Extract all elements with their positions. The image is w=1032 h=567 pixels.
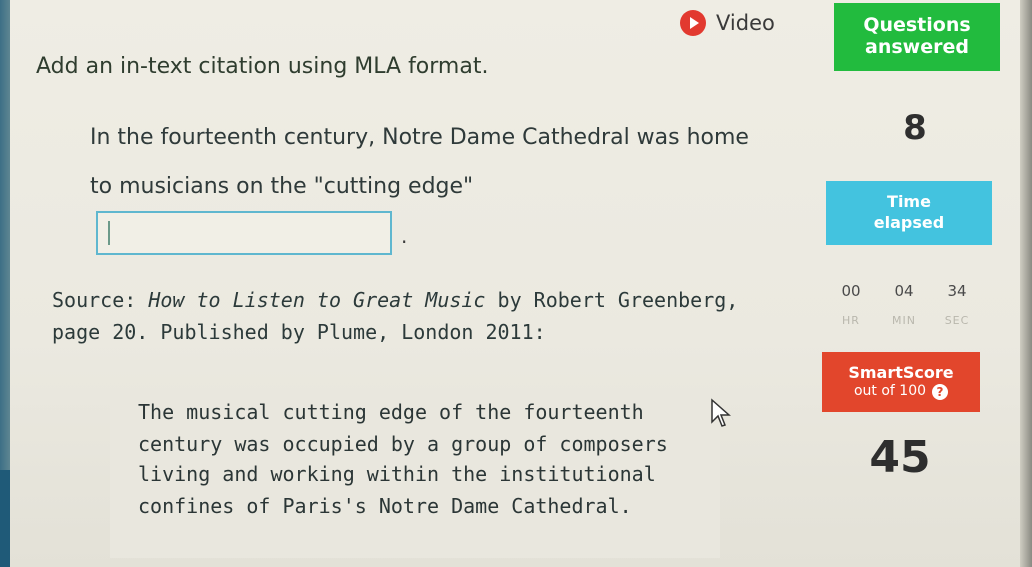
passage-line-1: In the fourteenth century, Notre Dame Ca… (90, 125, 749, 150)
quote-line: living and working within the institutio… (138, 462, 656, 486)
text-caret (108, 221, 110, 245)
passage-line-2: to musicians on the "cutting edge" (90, 174, 474, 199)
help-icon[interactable]: ? (932, 384, 949, 400)
timer-minutes-unit: MIN (892, 314, 916, 327)
play-icon (680, 10, 706, 36)
screen-bezel-right (1020, 0, 1032, 567)
source-line-2: page 20. Published by Plume, London 2011… (52, 320, 546, 344)
source-author: by Robert Greenberg, (485, 288, 739, 312)
quote-line: century was occupied by a group of compo… (138, 432, 668, 456)
time-elapsed-label-2: elapsed (873, 213, 945, 232)
quote-line: The musical cutting edge of the fourteen… (138, 400, 644, 424)
source-line-1: Source: How to Listen to Great Music by … (52, 288, 738, 312)
timer-hours: 00 (841, 282, 861, 300)
citation-input[interactable] (96, 211, 392, 255)
question-prompt: Add an in-text citation using MLA format… (36, 54, 489, 79)
smartscore-badge: SmartScore out of 100 ? (822, 352, 980, 412)
questions-answered-label-2: answered (865, 36, 969, 58)
source-label: Source: (52, 288, 149, 312)
smartscore-value: 45 (869, 432, 931, 483)
time-elapsed-label: Time (887, 192, 931, 212)
smartscore-out-of: out of 100 (853, 383, 927, 400)
quote-line: confines of Paris's Notre Dame Cathedral… (138, 494, 632, 518)
smartscore-subtitle: out of 100 ? (853, 383, 949, 401)
questions-answered-count: 8 (903, 108, 927, 148)
video-link[interactable]: Video (680, 10, 775, 36)
timer-seconds-unit: SEC (944, 314, 970, 327)
timer-hours-unit: HR (842, 314, 860, 327)
smartscore-title: SmartScore (848, 363, 954, 383)
cursor-icon (711, 398, 731, 427)
time-elapsed-badge: Time elapsed (826, 181, 992, 245)
questions-answered-badge: Questions answered (834, 3, 1000, 71)
timer-seconds: 34 (947, 282, 967, 300)
sentence-period: . (401, 224, 408, 248)
source-title: How to Listen to Great Music (148, 288, 486, 312)
questions-answered-label: Questions (863, 14, 971, 37)
timer-minutes: 04 (894, 282, 914, 300)
video-label: Video (716, 11, 775, 35)
